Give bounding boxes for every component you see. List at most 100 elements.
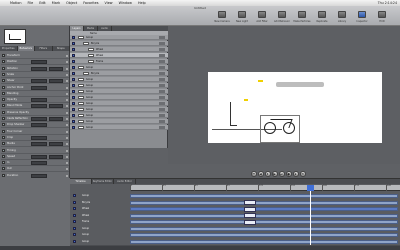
layer-visibility-checkbox[interactable] (72, 72, 75, 75)
track-bar[interactable] (130, 200, 398, 205)
inspector-row[interactable]: Drop Shadow (1, 122, 69, 129)
layer-row[interactable]: Group (70, 65, 168, 70)
layer-row[interactable]: Group (70, 77, 168, 82)
keyframe-dot-icon[interactable] (66, 162, 68, 165)
row-checkbox[interactable] (2, 142, 5, 146)
value-field[interactable] (31, 85, 47, 90)
row-checkbox[interactable] (2, 60, 5, 64)
keyframe-dot-icon[interactable] (66, 136, 68, 139)
bicycle-frame[interactable] (267, 119, 293, 128)
camera-icon[interactable] (218, 11, 226, 18)
track-bar[interactable] (130, 213, 398, 218)
menu-view[interactable]: View (105, 1, 113, 5)
layer-visibility-checkbox[interactable] (72, 36, 75, 39)
row-checkbox[interactable] (2, 110, 5, 114)
row-checkbox[interactable] (2, 123, 5, 127)
layer-row[interactable]: Group (70, 101, 168, 106)
keyframe-dot-icon[interactable] (66, 61, 68, 64)
transport-button[interactable]: ⏭ (278, 171, 285, 177)
track-keyframe-segment[interactable] (244, 206, 256, 212)
menu-mark[interactable]: Mark (52, 1, 60, 5)
menu-object[interactable]: Object (66, 1, 77, 5)
value-field[interactable] (31, 104, 47, 109)
value-field[interactable] (31, 60, 47, 65)
layer-visibility-checkbox[interactable] (72, 90, 75, 93)
layer-visibility-checkbox[interactable] (72, 96, 75, 99)
transport-button[interactable]: ⟲ (299, 171, 306, 177)
layer-lock-icon[interactable] (159, 78, 165, 81)
keyframe-dot-icon[interactable] (66, 174, 68, 177)
keyframe-dot-icon[interactable] (66, 130, 68, 133)
layer-lock-icon[interactable] (159, 120, 165, 123)
inspector-row[interactable]: Preserve Opacity (1, 110, 69, 116)
value-field[interactable] (31, 123, 47, 128)
track-checkbox[interactable] (73, 220, 76, 223)
inspector-row[interactable]: Anchor Point (1, 85, 69, 91)
layer-lock-icon[interactable] (159, 54, 165, 57)
layer-lock-icon[interactable] (159, 108, 165, 111)
track-bar[interactable] (130, 207, 398, 211)
value-field[interactable] (31, 154, 47, 159)
inspector-row[interactable]: Out (1, 166, 69, 173)
layer-lock-icon[interactable] (159, 90, 165, 93)
playhead-line[interactable] (310, 191, 311, 250)
row-checkbox[interactable] (2, 173, 5, 177)
keyframe-dot-icon[interactable] (66, 55, 68, 57)
track-checkbox[interactable] (73, 233, 76, 236)
timeline-track[interactable]: Group (70, 193, 400, 199)
layer-visibility-checkbox[interactable] (72, 42, 75, 45)
keyframe-dot-icon[interactable] (66, 143, 68, 146)
row-checkbox[interactable] (2, 72, 5, 76)
inspector-row[interactable]: Transform (1, 53, 69, 59)
row-checkbox[interactable] (2, 129, 5, 133)
track-bar[interactable] (130, 239, 398, 244)
menu-help[interactable]: Help (138, 1, 146, 5)
inspector-row[interactable]: Blend Mode (1, 103, 69, 110)
value-field[interactable] (49, 142, 63, 147)
row-checkbox[interactable] (2, 117, 5, 120)
row-checkbox[interactable] (2, 98, 5, 102)
layer-lock-icon[interactable] (159, 60, 165, 63)
layer-row[interactable]: Group (70, 83, 168, 88)
row-checkbox[interactable] (2, 135, 5, 139)
value-field[interactable] (31, 117, 47, 121)
track-checkbox[interactable] (73, 200, 76, 204)
tab-timeline[interactable]: Timeline (70, 179, 92, 184)
value-field[interactable] (31, 66, 47, 71)
track-keyframe-segment[interactable] (244, 219, 256, 225)
keyframe-dot-icon[interactable] (66, 67, 68, 70)
layer-row[interactable]: Group (70, 113, 168, 118)
transport-button[interactable]: ◀ (257, 171, 264, 177)
row-checkbox[interactable] (2, 104, 5, 108)
layer-row[interactable]: Frame (70, 59, 168, 64)
layer-visibility-checkbox[interactable] (72, 60, 75, 63)
inspector-row[interactable]: Timing (1, 148, 69, 154)
inspector-row[interactable]: Shear (1, 78, 69, 85)
yellow-mark[interactable] (258, 80, 263, 82)
row-checkbox[interactable] (2, 85, 5, 89)
value-field[interactable] (31, 161, 47, 166)
layer-lock-icon[interactable] (159, 48, 165, 51)
value-field[interactable] (31, 79, 47, 84)
timeline-track[interactable]: Group (70, 226, 400, 232)
layer-lock-icon[interactable] (159, 42, 165, 45)
tab-filters[interactable]: Filters (35, 46, 53, 51)
layer-row[interactable]: Wheel (70, 47, 168, 52)
layer-visibility-checkbox[interactable] (72, 66, 75, 69)
layer-lock-icon[interactable] (159, 36, 165, 39)
track-checkbox[interactable] (73, 194, 76, 197)
timeline-track[interactable]: Frame (70, 219, 400, 225)
layer-visibility-checkbox[interactable] (72, 114, 75, 117)
keyframe-dot-icon[interactable] (66, 124, 68, 127)
light-icon[interactable] (238, 11, 246, 18)
inspector-row[interactable]: Speed (1, 154, 69, 160)
timeline-ruler[interactable]: 1 31 61 91 121 151 181 211 241 (130, 185, 400, 191)
inspector-row[interactable]: In (1, 160, 69, 167)
inspector-row[interactable]: Blending (1, 91, 69, 97)
value-field[interactable] (31, 98, 47, 103)
track-checkbox[interactable] (73, 213, 76, 217)
inspector-row[interactable]: Position (1, 59, 69, 66)
menu-motion[interactable]: Motion (10, 1, 22, 5)
layer-visibility-checkbox[interactable] (72, 126, 75, 129)
gray-bar-shape[interactable] (276, 82, 324, 87)
